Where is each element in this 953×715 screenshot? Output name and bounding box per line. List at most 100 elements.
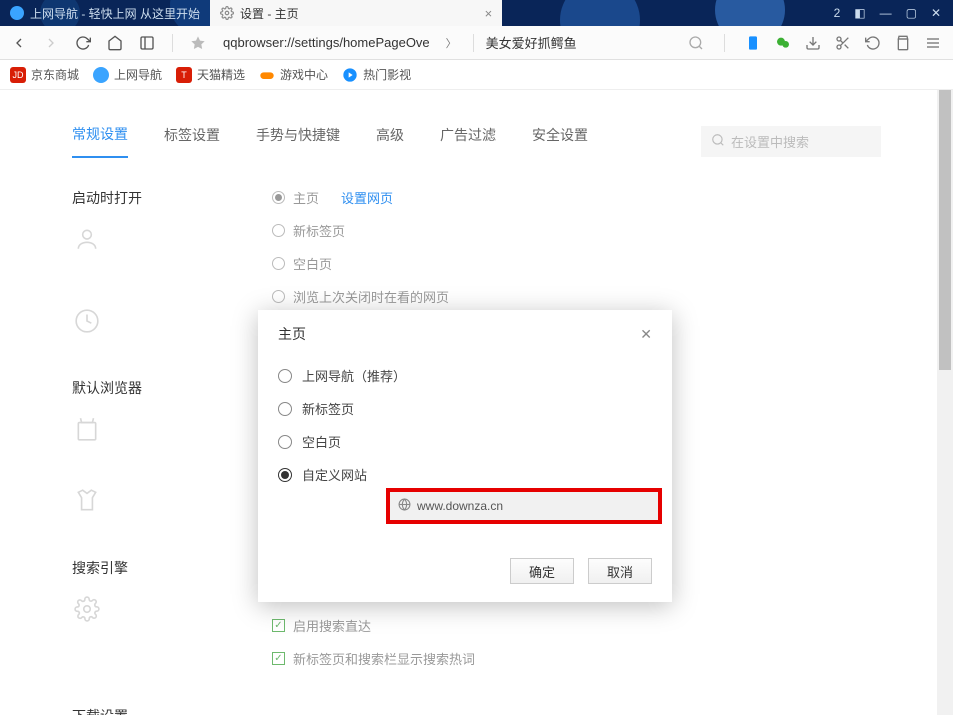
modal-radio-custom[interactable]: 自定义网站 [278, 465, 652, 484]
user-icon [72, 224, 102, 254]
back-button[interactable] [6, 30, 32, 56]
section-appearance [72, 486, 172, 516]
homepage-modal: 主页 ✕ 上网导航（推荐） 新标签页 空白页 自定义网站 www.downza.… [258, 310, 672, 602]
radio-icon [272, 290, 285, 303]
archive-icon[interactable] [895, 35, 911, 51]
ok-button[interactable]: 确定 [510, 558, 574, 584]
radio-icon [278, 402, 292, 416]
settings-search-input[interactable]: 在设置中搜索 [701, 126, 881, 157]
section-title-startup: 启动时打开 [72, 188, 172, 208]
section-default-browser: 默认浏览器 [72, 378, 172, 444]
bag-icon [72, 414, 102, 444]
play-icon [342, 67, 358, 83]
radio-label: 空白页 [302, 432, 341, 451]
bookmark-games[interactable]: 游戏中心 [259, 66, 328, 83]
browser-tab-1[interactable]: 上网导航 - 轻快上网 从这里开始 [0, 0, 210, 26]
browser-toolbar: qqbrowser://settings/homePageOve 〉 美女爱好抓… [0, 26, 953, 60]
close-icon[interactable]: × [305, 6, 493, 21]
radio-label: 浏览上次关闭时在看的网页 [293, 287, 449, 306]
menu-icon[interactable] [925, 35, 941, 51]
tab-tabs[interactable]: 标签设置 [164, 125, 220, 157]
tab-advanced[interactable]: 高级 [376, 125, 404, 157]
scrollbar-thumb[interactable] [939, 90, 951, 370]
checkbox-label: 新标签页和搜索栏显示搜索热词 [293, 649, 475, 668]
radio-label: 自定义网站 [302, 465, 367, 484]
reload-button[interactable] [70, 30, 96, 56]
tab-adblock[interactable]: 广告过滤 [440, 125, 496, 157]
browser-tab-2[interactable]: 设置 - 主页 × [210, 0, 502, 26]
bookmarks-bar: JD 京东商城 上网导航 T 天猫精选 游戏中心 热门影视 [0, 60, 953, 90]
close-window-icon[interactable]: ✕ [931, 6, 941, 20]
tab-count[interactable]: 2 [834, 6, 841, 20]
jd-icon: JD [10, 67, 26, 83]
restore-icon[interactable] [865, 35, 881, 51]
modal-radio-nav[interactable]: 上网导航（推荐） [278, 366, 652, 385]
tmall-icon: T [176, 67, 192, 83]
custom-url-highlight: www.downza.cn [386, 488, 662, 524]
checkbox-search-direct[interactable]: 启用搜索直达 [272, 616, 953, 635]
radio-startup-restore[interactable]: 浏览上次关闭时在看的网页 [272, 287, 953, 306]
radio-label: 新标签页 [293, 221, 345, 240]
bookmark-label: 京东商城 [31, 66, 79, 83]
radio-label: 新标签页 [302, 399, 354, 418]
section-title-search: 搜索引擎 [72, 558, 172, 578]
download-icon[interactable] [805, 35, 821, 51]
clock-icon [72, 306, 102, 336]
radio-icon [278, 369, 292, 383]
radio-icon [278, 435, 292, 449]
bookmark-label: 天猫精选 [197, 66, 245, 83]
settings-nav-tabs: 常规设置 标签设置 手势与快捷键 高级 广告过滤 安全设置 在设置中搜索 [0, 90, 953, 158]
bookmark-nav[interactable]: 上网导航 [93, 66, 162, 83]
globe-icon [93, 67, 109, 83]
search-icon[interactable] [688, 35, 704, 51]
forward-button[interactable] [38, 30, 64, 56]
section-download: 下载设置 [72, 706, 172, 715]
url-value: www.downza.cn [417, 499, 503, 513]
tab-gestures[interactable]: 手势与快捷键 [256, 125, 340, 157]
maximize-icon[interactable]: ▢ [906, 6, 917, 20]
search-icon [711, 133, 725, 150]
set-homepage-link[interactable]: 设置网页 [341, 188, 393, 207]
checkbox-search-trending[interactable]: 新标签页和搜索栏显示搜索热词 [272, 649, 953, 668]
modal-title: 主页 [278, 324, 306, 344]
wechat-icon[interactable] [775, 35, 791, 51]
chevron-right-icon[interactable]: 〉 [442, 35, 461, 51]
scissors-icon[interactable] [835, 35, 851, 51]
search-box[interactable]: 美女爱好抓鳄鱼 [486, 33, 682, 52]
tab-security[interactable]: 安全设置 [532, 125, 588, 157]
custom-url-input[interactable]: www.downza.cn [390, 492, 658, 520]
modal-radio-newtab[interactable]: 新标签页 [278, 399, 652, 418]
close-icon[interactable]: ✕ [640, 326, 652, 343]
address-bar[interactable]: qqbrowser://settings/homePageOve [217, 35, 436, 50]
radio-startup-blank[interactable]: 空白页 [272, 254, 953, 273]
radio-label: 主页 [293, 188, 319, 207]
globe-icon [10, 6, 24, 20]
radio-icon [272, 257, 285, 270]
vertical-scrollbar[interactable] [937, 90, 953, 715]
tab-2-title: 设置 - 主页 [240, 5, 299, 22]
search-placeholder: 在设置中搜索 [731, 132, 809, 151]
radio-icon [272, 224, 285, 237]
bookmark-jd[interactable]: JD 京东商城 [10, 66, 79, 83]
radio-icon [278, 468, 292, 482]
bookmark-tmall[interactable]: T 天猫精选 [176, 66, 245, 83]
star-icon[interactable] [185, 30, 211, 56]
separator [724, 34, 725, 52]
tab-general[interactable]: 常规设置 [72, 124, 128, 158]
cancel-button[interactable]: 取消 [588, 558, 652, 584]
home-button[interactable] [102, 30, 128, 56]
minimize-icon[interactable]: — [880, 6, 892, 20]
modal-radio-blank[interactable]: 空白页 [278, 432, 652, 451]
radio-startup-newtab[interactable]: 新标签页 [272, 221, 953, 240]
separator [172, 34, 173, 52]
skin-icon[interactable]: ◧ [854, 6, 865, 20]
section-search-engine: 搜索引擎 [72, 558, 172, 624]
window-title-bar: 上网导航 - 轻快上网 从这里开始 设置 - 主页 × 2 ◧ — ▢ ✕ [0, 0, 953, 26]
sidebar-button[interactable] [134, 30, 160, 56]
section-startup: 启动时打开 [72, 188, 172, 254]
checkbox-label: 启用搜索直达 [293, 616, 371, 635]
radio-startup-home[interactable]: 主页 设置网页 [272, 188, 953, 207]
phone-icon[interactable] [745, 35, 761, 51]
bookmark-label: 游戏中心 [280, 66, 328, 83]
bookmark-video[interactable]: 热门影视 [342, 66, 411, 83]
